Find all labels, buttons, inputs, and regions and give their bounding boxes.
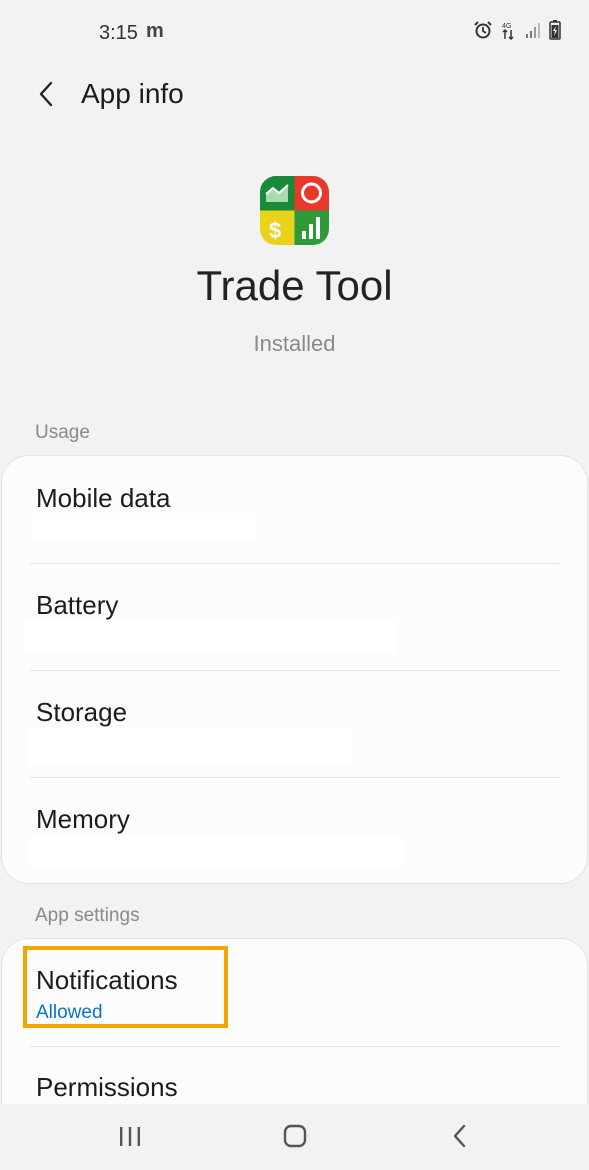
page-title: App info bbox=[81, 78, 184, 109]
home-icon bbox=[283, 1124, 307, 1148]
usage-section-header: Usage bbox=[35, 422, 90, 443]
redacted-value bbox=[29, 727, 353, 765]
chevron-left-icon bbox=[39, 81, 53, 107]
app-install-status: Installed bbox=[253, 331, 336, 356]
signal-icon bbox=[526, 23, 540, 38]
notification-m-icon: m bbox=[146, 20, 164, 42]
usage-row-battery[interactable]: Battery bbox=[2, 563, 587, 670]
home-button[interactable] bbox=[270, 1116, 320, 1156]
redacted-value bbox=[23, 620, 396, 653]
svg-text:4G: 4G bbox=[502, 23, 511, 30]
usage-row-storage[interactable]: Storage bbox=[2, 670, 587, 777]
app-name: Trade Tool bbox=[196, 262, 393, 309]
nav-back-button[interactable] bbox=[435, 1116, 485, 1156]
status-bar: 3:15 m 4G bbox=[0, 0, 589, 68]
back-icon bbox=[453, 1124, 466, 1148]
svg-text:$: $ bbox=[269, 218, 281, 243]
status-time: 3:15 bbox=[99, 22, 138, 44]
usage-card: Mobile data Battery Storage Memory bbox=[1, 455, 588, 884]
app-bar: App info bbox=[0, 68, 589, 124]
row-label: Battery bbox=[36, 590, 119, 620]
redacted-value bbox=[29, 836, 402, 867]
highlight-box bbox=[23, 946, 228, 1028]
navigation-bar bbox=[0, 1104, 589, 1170]
usage-row-memory[interactable]: Memory bbox=[2, 777, 587, 884]
battery-icon bbox=[549, 20, 561, 40]
app-icon: $ bbox=[260, 176, 329, 245]
redacted-value bbox=[31, 513, 257, 541]
recent-apps-icon bbox=[120, 1127, 140, 1146]
back-button[interactable] bbox=[26, 74, 66, 114]
data-transfer-icon: 4G bbox=[502, 23, 514, 40]
status-icons: 4G bbox=[473, 20, 561, 40]
row-label: Mobile data bbox=[36, 483, 171, 513]
row-label: Permissions bbox=[36, 1072, 178, 1102]
recent-apps-button[interactable] bbox=[105, 1116, 155, 1156]
row-label: Memory bbox=[36, 804, 130, 834]
usage-row-mobile-data[interactable]: Mobile data bbox=[2, 456, 587, 563]
row-label: Storage bbox=[36, 697, 128, 727]
app-settings-section-header: App settings bbox=[35, 905, 140, 926]
alarm-icon bbox=[474, 21, 492, 39]
